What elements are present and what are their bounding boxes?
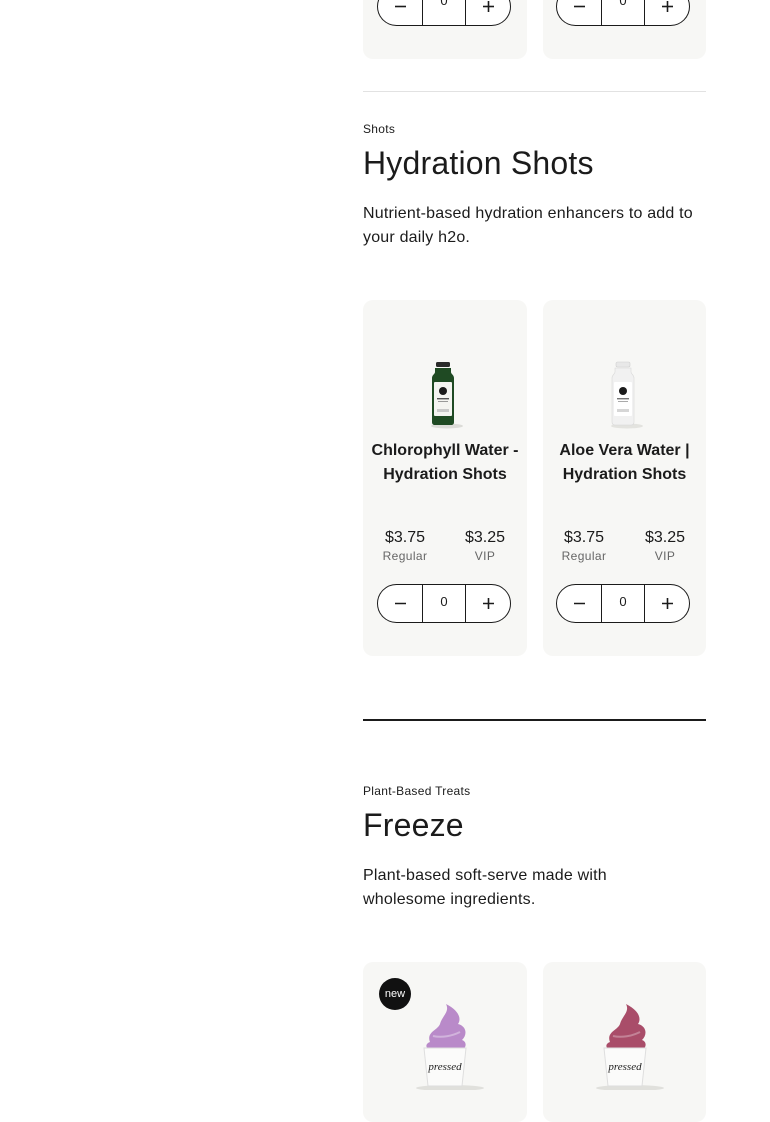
product-image[interactable]: pressed	[400, 1000, 490, 1090]
quantity-stepper: 0	[556, 584, 690, 623]
quantity-stepper: 0	[377, 584, 511, 623]
cup-logo-text: pressed	[427, 1061, 462, 1073]
increase-button[interactable]	[466, 585, 510, 622]
product-card: 0	[543, 0, 706, 59]
vip-price-label: VIP	[474, 549, 496, 563]
product-image[interactable]	[605, 360, 645, 430]
regular-price-label: Regular	[561, 549, 607, 563]
section-eyebrow: Plant-Based Treats	[363, 784, 471, 798]
section-eyebrow: Shots	[363, 122, 396, 136]
vip-price: $3.25 VIP	[450, 528, 520, 564]
minus-icon	[573, 5, 585, 8]
section-title: Hydration Shots	[363, 145, 594, 181]
regular-price-amount: $3.75	[563, 529, 605, 546]
quantity-value[interactable]: 0	[601, 0, 645, 25]
section-description: Nutrient-based hydration enhancers to ad…	[363, 205, 693, 246]
quantity-value[interactable]: 0	[422, 585, 466, 622]
product-image[interactable]: pressed	[580, 1000, 670, 1090]
decrease-button[interactable]	[557, 585, 601, 622]
section-divider	[363, 719, 706, 721]
minus-icon	[394, 5, 406, 8]
product-card: 0	[363, 0, 527, 59]
regular-price-amount: $3.75	[384, 529, 426, 546]
vip-price-amount: $3.25	[464, 529, 506, 546]
increase-button[interactable]	[466, 0, 510, 25]
decrease-button[interactable]	[378, 585, 422, 622]
quantity-value[interactable]: 0	[601, 585, 645, 622]
section-divider	[363, 91, 706, 92]
section-description: Plant-based soft-serve made with wholeso…	[363, 867, 607, 908]
increase-button[interactable]	[645, 0, 689, 25]
vip-price-label: VIP	[654, 549, 676, 563]
product-card[interactable]: Aloe Vera Water | Hydration Shots $3.75 …	[543, 300, 706, 656]
regular-price: $3.75 Regular	[370, 528, 440, 564]
product-card[interactable]: pressed	[543, 962, 706, 1122]
decrease-button[interactable]	[557, 0, 601, 25]
product-card[interactable]: Chlorophyll Water - Hydration Shots $3.7…	[363, 300, 527, 656]
section-title: Freeze	[363, 807, 464, 843]
vip-price: $3.25 VIP	[630, 528, 700, 564]
quantity-stepper: 0	[556, 0, 690, 26]
increase-button[interactable]	[645, 585, 689, 622]
vip-price-amount: $3.25	[644, 529, 686, 546]
plus-icon	[482, 598, 494, 609]
minus-icon	[394, 602, 406, 605]
plus-icon	[661, 598, 673, 609]
product-card[interactable]: new pressed	[363, 962, 527, 1122]
plus-icon	[661, 1, 673, 12]
plus-icon	[482, 1, 494, 12]
cup-logo-text: pressed	[607, 1061, 642, 1073]
regular-price: $3.75 Regular	[549, 528, 619, 564]
quantity-value[interactable]: 0	[422, 0, 466, 25]
minus-icon	[573, 602, 585, 605]
product-name[interactable]: Aloe Vera Water | Hydration Shots	[549, 439, 700, 487]
regular-price-label: Regular	[382, 549, 428, 563]
product-image[interactable]	[425, 360, 465, 430]
quantity-stepper: 0	[377, 0, 511, 26]
product-name[interactable]: Chlorophyll Water - Hydration Shots	[369, 439, 521, 487]
decrease-button[interactable]	[378, 0, 422, 25]
